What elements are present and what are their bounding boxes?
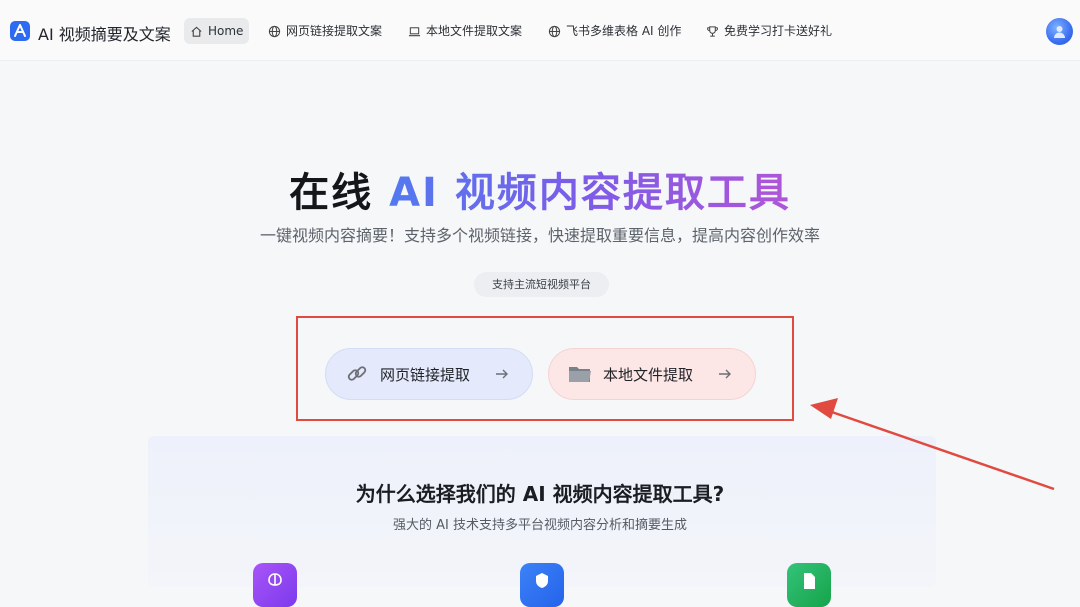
- annotation-arrow: [810, 398, 1055, 491]
